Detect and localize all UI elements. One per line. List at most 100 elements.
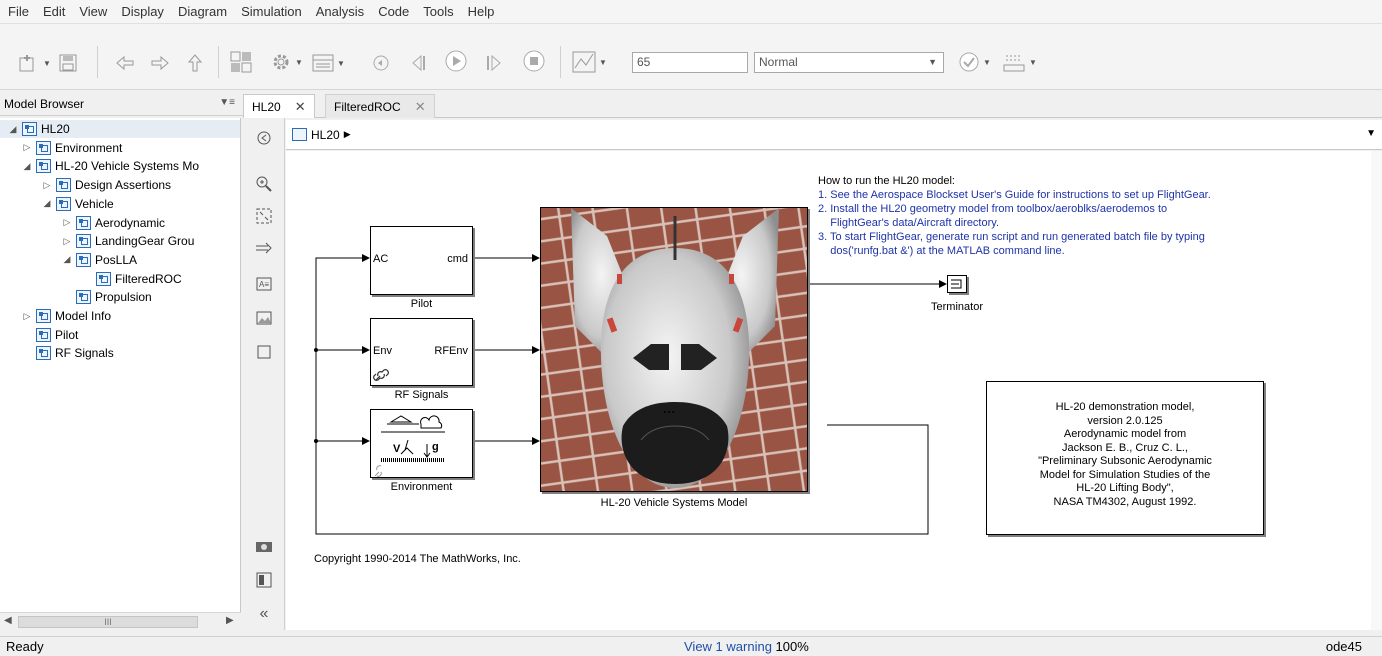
build-icon[interactable]: ▼ bbox=[1002, 51, 1037, 73]
annotation-icon[interactable]: A≡ bbox=[254, 274, 274, 294]
stop-icon[interactable] bbox=[522, 50, 546, 72]
menu-file[interactable]: File bbox=[8, 4, 37, 19]
new-model-icon[interactable]: ▼ bbox=[18, 52, 51, 74]
tree-item[interactable]: ▷ Model Info bbox=[20, 307, 111, 325]
menu-display[interactable]: Display bbox=[121, 4, 172, 19]
menu-simulation[interactable]: Simulation bbox=[241, 4, 310, 19]
tree-collapse-icon[interactable]: ◢ bbox=[6, 124, 20, 135]
terminator-block[interactable] bbox=[947, 275, 967, 293]
chevron-right-icon[interactable]: ▶ bbox=[344, 129, 351, 140]
subsystem-icon bbox=[36, 309, 51, 323]
collapse-icon[interactable]: « bbox=[254, 604, 274, 624]
tree-item[interactable]: FilteredROC bbox=[80, 270, 182, 288]
fit-to-view-icon[interactable] bbox=[254, 206, 274, 226]
chevron-down-icon[interactable]: ▼ bbox=[1366, 128, 1376, 139]
step-forward-icon[interactable] bbox=[484, 52, 506, 74]
close-icon[interactable]: ✕ bbox=[415, 99, 426, 115]
tab-filteredroc[interactable]: FilteredROC ✕ bbox=[325, 94, 435, 118]
toolbar-separator bbox=[218, 46, 219, 78]
how-to-step: 3. To start FlightGear, generate run scr… bbox=[818, 231, 1205, 243]
up-icon[interactable] bbox=[185, 52, 205, 74]
scroll-left-icon[interactable]: ◀ bbox=[4, 615, 12, 626]
subsystem-icon bbox=[76, 215, 91, 230]
stop-time-input[interactable]: 65 bbox=[632, 52, 748, 73]
horizontal-scrollbar[interactable]: ◀ III ▶ bbox=[0, 612, 241, 630]
tree-item[interactable]: ◢ HL-20 Vehicle Systems Mo bbox=[20, 157, 199, 175]
step-back-icon-2[interactable] bbox=[407, 52, 429, 74]
tree-item[interactable]: ▷ Design Assertions bbox=[40, 176, 171, 194]
library-browser-icon[interactable] bbox=[230, 51, 252, 73]
tree-item[interactable]: RF Signals bbox=[20, 344, 114, 362]
warning-link[interactable]: View 1 warning bbox=[684, 639, 772, 654]
scroll-thumb[interactable]: III bbox=[18, 616, 198, 628]
menu-edit[interactable]: Edit bbox=[43, 4, 73, 19]
rf-signals-block[interactable]: Env RFEnv bbox=[370, 318, 473, 386]
pilot-block[interactable]: AC cmd bbox=[370, 226, 473, 295]
tree-item[interactable]: ▷ Aerodynamic bbox=[60, 214, 165, 232]
environment-block[interactable]: V g bbox=[370, 409, 473, 478]
tree-collapse-icon[interactable]: ◢ bbox=[20, 161, 34, 172]
menu-bar: File Edit View Display Diagram Simulatio… bbox=[0, 0, 1382, 24]
model-info-block[interactable]: HL-20 demonstration model, version 2.0.1… bbox=[986, 381, 1264, 535]
subsystem-icon bbox=[76, 252, 91, 267]
menu-tools[interactable]: Tools bbox=[423, 4, 461, 19]
subsystem-icon bbox=[36, 346, 51, 361]
subsystem-icon bbox=[56, 196, 71, 211]
menu-code[interactable]: Code bbox=[378, 4, 417, 19]
info-line: NASA TM4302, August 1992. bbox=[1053, 495, 1197, 508]
model-canvas[interactable]: AC cmd Pilot Env RFEnv RF Signals V g En… bbox=[286, 151, 1371, 630]
image-icon[interactable] bbox=[254, 308, 274, 328]
back-icon[interactable] bbox=[115, 52, 135, 74]
tree-item[interactable]: Propulsion bbox=[60, 288, 152, 306]
step-back-icon[interactable] bbox=[370, 52, 392, 74]
hide-browser-icon[interactable] bbox=[254, 128, 274, 148]
close-icon[interactable]: ✕ bbox=[295, 99, 306, 115]
solver-name[interactable]: ode45 bbox=[1326, 639, 1362, 654]
tree-expand-icon[interactable]: ▷ bbox=[20, 142, 34, 153]
scroll-right-icon[interactable]: ▶ bbox=[226, 615, 234, 626]
environment-block-name: Environment bbox=[390, 481, 453, 493]
menu-diagram[interactable]: Diagram bbox=[178, 4, 235, 19]
how-to-annotation[interactable]: How to run the HL20 model: 1. See the Ae… bbox=[818, 174, 1211, 258]
vertical-scrollbar[interactable] bbox=[1371, 151, 1382, 630]
tree-expand-icon[interactable]: ▷ bbox=[40, 180, 54, 191]
simulation-mode-select[interactable]: Normal ▼ bbox=[754, 52, 944, 73]
tree-expand-icon[interactable]: ▷ bbox=[60, 236, 74, 247]
subsystem-icon bbox=[56, 178, 71, 193]
forward-icon[interactable] bbox=[150, 52, 170, 74]
vehicle-systems-block[interactable]: ... bbox=[540, 207, 808, 492]
model-browser-header: Model Browser ▼≡ bbox=[0, 92, 243, 116]
tree-item[interactable]: ▷ LandingGear Grou bbox=[60, 232, 194, 250]
property-inspector-icon[interactable] bbox=[254, 570, 274, 590]
tree-collapse-icon[interactable]: ◢ bbox=[60, 254, 74, 265]
arrow-icon[interactable] bbox=[254, 238, 274, 258]
tree-item[interactable]: Pilot bbox=[20, 326, 78, 344]
tree-item[interactable]: ◢ PosLLA bbox=[60, 251, 137, 269]
tree-item[interactable]: ▷ Environment bbox=[20, 139, 122, 157]
menu-help[interactable]: Help bbox=[468, 4, 503, 19]
data-inspector-icon[interactable]: ▼ bbox=[572, 51, 607, 73]
check-icon[interactable]: ▼ bbox=[958, 51, 991, 73]
tab-label: FilteredROC bbox=[334, 99, 401, 114]
save-icon[interactable] bbox=[58, 52, 78, 74]
area-icon[interactable] bbox=[254, 342, 274, 362]
rf-input-port: Env bbox=[373, 345, 392, 357]
tree-item[interactable]: ◢ Vehicle bbox=[40, 195, 114, 213]
zoom-icon[interactable] bbox=[254, 174, 274, 194]
tree-item[interactable]: ◢ HL20 bbox=[0, 120, 240, 138]
model-explorer-icon[interactable]: ▼ bbox=[312, 52, 345, 74]
tree-expand-icon[interactable]: ▷ bbox=[20, 311, 34, 322]
pilot-output-port: cmd bbox=[447, 253, 468, 265]
menu-view[interactable]: View bbox=[79, 4, 115, 19]
run-icon[interactable] bbox=[444, 50, 468, 72]
model-settings-icon[interactable]: ▼ bbox=[270, 51, 303, 73]
tab-hl20[interactable]: HL20 ✕ bbox=[243, 94, 315, 118]
info-line: Jackson E. B., Cruz C. L., bbox=[1062, 441, 1188, 454]
menu-analysis[interactable]: Analysis bbox=[316, 4, 372, 19]
tree-expand-icon[interactable]: ▷ bbox=[60, 217, 74, 228]
breadcrumb[interactable]: HL20 bbox=[311, 128, 340, 142]
link-icon bbox=[373, 369, 389, 381]
panel-menu-icon[interactable]: ▼≡ bbox=[219, 97, 235, 108]
screenshot-icon[interactable] bbox=[254, 536, 274, 556]
tree-collapse-icon[interactable]: ◢ bbox=[40, 198, 54, 209]
